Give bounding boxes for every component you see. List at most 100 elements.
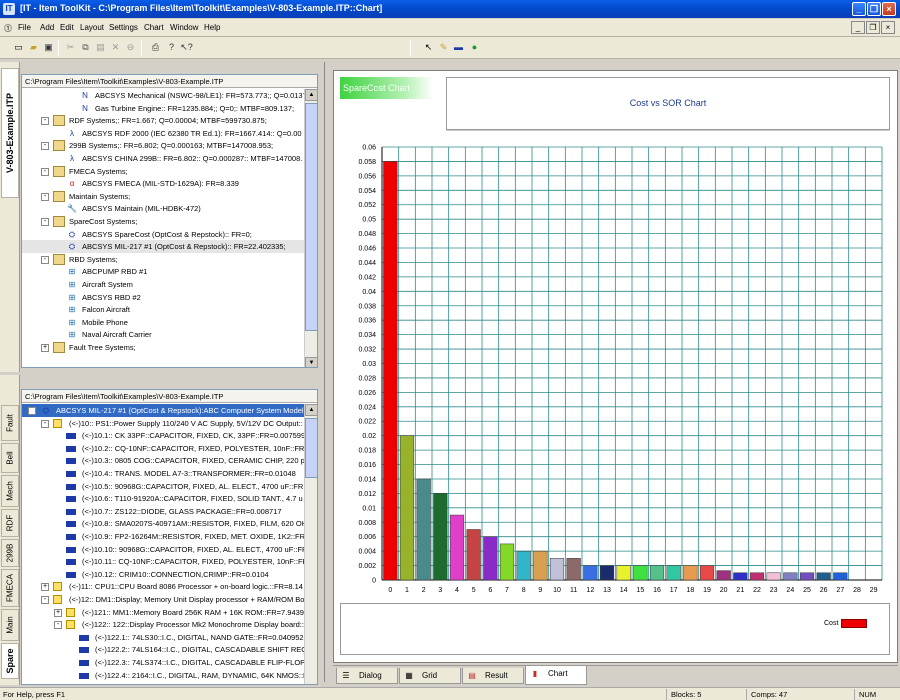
tab-main[interactable]: Main [1, 609, 19, 641]
collapse-icon[interactable]: - [41, 192, 49, 201]
bar-13[interactable] [599, 565, 615, 581]
tab-mech[interactable]: Mech [1, 475, 19, 507]
tree-row[interactable]: ⊞ Falcon Aircraft [22, 303, 305, 316]
tree-row[interactable]: + (<-)121:: MM1::Memory Board 256K RAM + … [22, 606, 305, 619]
bar-6[interactable] [483, 536, 498, 581]
menu-edit[interactable]: Edit [60, 23, 74, 32]
draw-icon[interactable]: ✎ [437, 41, 450, 54]
tree-row[interactable]: (<-)122.1:: 74LS30::I.C., DIGITAL, NAND … [22, 631, 305, 644]
tab-chart[interactable]: ▮ Chart [525, 666, 587, 685]
context-help-icon[interactable]: ↖? [180, 41, 193, 54]
bar-23[interactable] [766, 572, 781, 581]
tab-fmeca[interactable]: FMECA [1, 569, 19, 607]
collapse-icon[interactable]: - [41, 167, 49, 176]
bar-22[interactable] [749, 572, 765, 581]
scroll-up-icon[interactable]: ▲ [305, 89, 317, 101]
bar-2[interactable] [416, 478, 431, 581]
tree-row[interactable]: ⊞ Mobile Phone [22, 316, 305, 329]
bar-8[interactable] [516, 550, 531, 581]
tree-row[interactable]: (<-)122.5:: 90968G::CAPACITOR, FIXED, AL… [22, 681, 305, 684]
block-tree-vscroll[interactable]: ▲ [304, 404, 317, 684]
tree-row[interactable]: N ABCSYS Mechanical (NSWC-98/LE1): FR=573… [22, 89, 309, 102]
tree-row[interactable]: (<-)10.12:: CRIM10::CONNECTION,CRIMP::FR… [22, 568, 305, 581]
bar-14[interactable] [616, 565, 631, 581]
tab-fault[interactable]: Fault [1, 405, 19, 441]
collapse-icon[interactable]: - [28, 407, 36, 415]
tab-299b[interactable]: 299B [1, 539, 19, 567]
menu-window[interactable]: Window [170, 23, 198, 32]
tree-row[interactable]: - Maintain Systems; [22, 190, 305, 203]
tab-bell[interactable]: Bell [1, 443, 19, 473]
bar-20[interactable] [716, 570, 731, 581]
tree-row[interactable]: (<-)10.10:: 90968G::CAPACITOR, FIXED, AL… [22, 543, 307, 556]
collapse-icon[interactable]: - [41, 142, 49, 151]
tree-row[interactable]: - SpareCost Systems; [22, 215, 305, 228]
tree-row[interactable]: (<-)10.5:: 90968G::CAPACITOR, FIXED, AL.… [22, 480, 305, 493]
print-icon[interactable]: ⎙ [149, 41, 162, 54]
tab-spare[interactable]: Spare [1, 643, 19, 679]
tree-row[interactable]: 🔧 ABCSYS Maintain (MIL-HDBK-472) [22, 202, 305, 215]
delete-icon[interactable]: ✕ [109, 41, 122, 54]
tab-grid[interactable]: ▦ Grid [399, 668, 461, 684]
tree-row[interactable]: + Fault Tree Systems; [22, 341, 305, 354]
tree-row[interactable]: - (<-)12:: DM1::Display; Memory Unit Disp… [22, 593, 305, 606]
tree-row[interactable]: (<-)10.4:: TRANS. MODEL A7-3::TRANSFORME… [22, 467, 305, 480]
tree-row[interactable]: ⊞ ABCPUMP RBD #1 [22, 265, 305, 278]
mdi-minimize-button[interactable]: _ [851, 21, 865, 34]
bar-10[interactable] [549, 558, 565, 581]
tree-row[interactable]: ⊞ Aircraft System [22, 278, 305, 291]
tree-row[interactable]: (<-)10.11:: CQ-10NF::CAPACITOR, FIXED, P… [22, 555, 308, 568]
tree-row[interactable]: (<-)122.2:: 74LS164::I.C., DIGITAL, CASC… [22, 643, 307, 656]
bar-17[interactable] [666, 565, 681, 581]
tab-rdf[interactable]: RDF [1, 509, 19, 537]
help-icon[interactable]: ? [165, 41, 178, 54]
paste-icon[interactable]: ▤ [94, 41, 107, 54]
bar-1[interactable] [399, 435, 415, 581]
tree-row[interactable]: λ ABCSYS RDF 2000 (IEC 62380 TR Ed.1): FR… [22, 127, 305, 140]
collapse-icon[interactable]: - [54, 621, 62, 630]
tree-row[interactable]: (<-)10.7:: ZS122::DIODE, GLASS PACKAGE::… [22, 505, 305, 518]
tree-row[interactable]: α ABCSYS FMECA (MIL-STD-1629A): FR=8.339 [22, 177, 305, 190]
tree-row[interactable]: N Gas Turbine Engine:: FR=1235.884;; Q=0;… [22, 102, 305, 115]
menu-layout[interactable]: Layout [80, 23, 104, 32]
collapse-icon[interactable]: - [41, 117, 49, 126]
node-icon[interactable]: ● [468, 41, 481, 54]
bar-12[interactable] [583, 565, 598, 581]
tree-row[interactable]: - 299B Systems;: FR=6.802; Q=0.000163; MT… [22, 139, 305, 152]
tree-row[interactable]: (<-)122.3:: 74LS374::I.C., DIGITAL, CASC… [22, 656, 305, 669]
tree-row[interactable]: + (<-)11:: CPU1::CPU Board 8086 Processor… [22, 580, 305, 593]
tree-row[interactable]: - RBD Systems; [22, 253, 305, 266]
tree-row[interactable]: (<-)10.3:: 0805 COG::CAPACITOR, FIXED, C… [22, 454, 305, 467]
new-file-icon[interactable]: ▭ [12, 41, 25, 54]
collapse-icon[interactable]: - [41, 255, 49, 264]
menu-file[interactable]: File [18, 23, 31, 32]
tree-row[interactable]: - ⛭ ABCSYS MIL-217 #1 (OptCost & Repstock)… [22, 404, 310, 417]
bar-25[interactable] [799, 572, 815, 581]
tree-row[interactable]: λ ABCSYS CHINA 299B:: FR=6.802:: Q=0.0002… [22, 152, 305, 165]
tree-row[interactable]: (<-)10.2:: CQ-10NF::CAPACITOR, FIXED, PO… [22, 442, 305, 455]
collapse-icon[interactable]: - [41, 419, 49, 428]
cut-icon[interactable]: ✂ [64, 41, 77, 54]
block-icon[interactable]: ▬ [452, 41, 465, 54]
bar-0[interactable] [383, 161, 398, 581]
collapse-icon[interactable]: - [41, 596, 49, 604]
tree-row[interactable]: ⛭ ABCSYS MIL-217 #1 (OptCost & Repstock):… [22, 240, 305, 254]
scroll-up-icon[interactable]: ▲ [305, 404, 317, 416]
tab-dialog[interactable]: ☰ Dialog [336, 668, 398, 684]
copy-icon[interactable]: ⧉ [79, 41, 92, 54]
tree-row[interactable]: (<-)10.9:: FP2-16264M::RESISTOR, FIXED, … [22, 530, 305, 543]
bar-27[interactable] [833, 572, 848, 581]
maximize-button[interactable]: ❐ [867, 2, 881, 16]
mdi-close-button[interactable]: × [881, 21, 895, 34]
bar-15[interactable] [633, 565, 648, 581]
app-icon[interactable]: IT [3, 3, 15, 15]
close-button[interactable]: × [882, 2, 896, 16]
bar-26[interactable] [816, 572, 831, 581]
bar-9[interactable] [533, 550, 548, 581]
tree-row[interactable]: ⛭ ABCSYS SpareCost (OptCost & Repstock)::… [22, 228, 305, 241]
scroll-thumb[interactable] [305, 103, 317, 331]
open-folder-icon[interactable]: ▰ [27, 41, 40, 54]
bar-21[interactable] [733, 572, 748, 581]
bar-3[interactable] [433, 493, 448, 581]
tree-row[interactable]: (<-)10.8:: SMA0207S-40971AM::RESISTOR, F… [22, 517, 307, 530]
